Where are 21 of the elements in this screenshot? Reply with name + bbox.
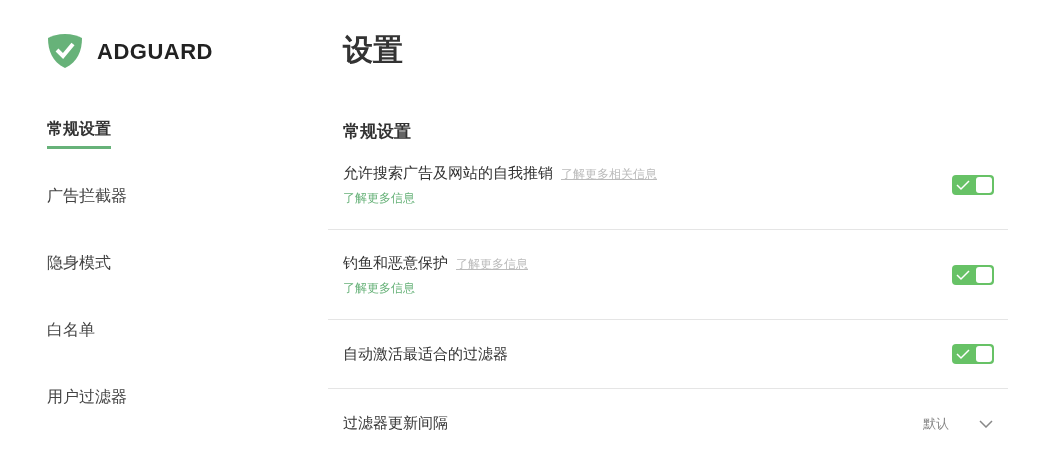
shield-logo-icon bbox=[47, 33, 83, 69]
setting-label: 自动激活最适合的过滤器 bbox=[343, 343, 508, 364]
check-icon bbox=[954, 268, 972, 281]
sidebar-item[interactable]: 常规设置 bbox=[47, 118, 111, 149]
sidebar-item[interactable]: 隐身模式 bbox=[47, 252, 111, 283]
sidebar-item[interactable]: 用户过滤器 bbox=[47, 386, 127, 417]
setting-label: 过滤器更新间隔 bbox=[343, 413, 448, 434]
logo-text: ADGUARD bbox=[97, 37, 213, 66]
sidebar-item[interactable]: 广告拦截器 bbox=[47, 185, 127, 216]
page-title: 设置 bbox=[341, 32, 404, 68]
interval-dropdown[interactable]: 默认 bbox=[923, 413, 994, 434]
setting-label: 允许搜索广告及网站的自我推销 bbox=[343, 163, 553, 184]
check-icon bbox=[954, 178, 972, 191]
toggle-switch[interactable] bbox=[952, 264, 994, 285]
check-icon bbox=[954, 348, 972, 360]
setting-label: 钓鱼和恶意保护 bbox=[343, 253, 448, 274]
sidebar-item[interactable]: 白名单 bbox=[47, 319, 95, 350]
section-title: 常规设置 bbox=[342, 121, 412, 143]
toggle-switch[interactable] bbox=[952, 174, 994, 195]
toggle-switch[interactable] bbox=[952, 344, 994, 364]
chevron-down-icon bbox=[979, 419, 993, 428]
